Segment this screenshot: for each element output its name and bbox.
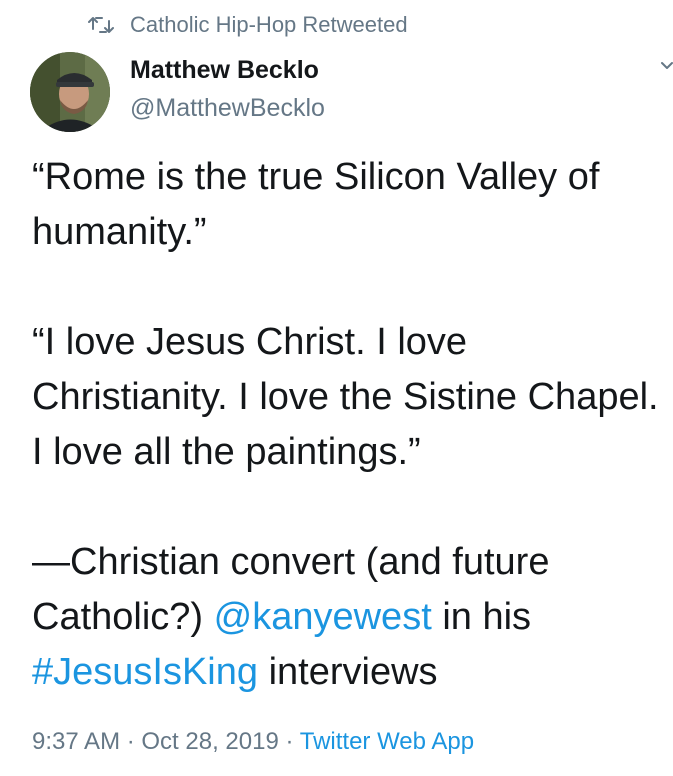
author-name[interactable]: Matthew Becklo — [130, 56, 319, 85]
separator: · — [278, 728, 300, 755]
retweet-context: Catholic Hip-Hop Retweeted — [88, 10, 408, 40]
separator: · — [120, 728, 142, 755]
hashtag-link[interactable]: #JesusIsKing — [32, 651, 258, 693]
retweet-icon — [88, 17, 114, 33]
tweet-card[interactable]: Catholic Hip-Hop Retweeted Matthew Beckl… — [0, 0, 673, 776]
tweet-metadata: 9:37 AM · Oct 28, 2019 · Twitter Web App — [32, 728, 474, 756]
chevron-down-icon[interactable] — [660, 58, 673, 72]
tweet-paragraph: “I love Jesus Christ. I love Christianit… — [32, 321, 659, 473]
tweet-source[interactable]: Twitter Web App — [300, 728, 474, 755]
tweet-paragraph: “Rome is the true Silicon Valley of huma… — [32, 156, 600, 253]
tweet-time[interactable]: 9:37 AM — [32, 728, 120, 755]
mention-link[interactable]: @kanyewest — [214, 596, 432, 638]
text-segment: interviews — [258, 651, 438, 693]
tweet-date[interactable]: Oct 28, 2019 — [141, 728, 278, 755]
tweet-text: “Rome is the true Silicon Valley of huma… — [32, 150, 662, 700]
retweet-label[interactable]: Catholic Hip-Hop Retweeted — [130, 12, 408, 38]
tweet-paragraph: —Christian convert (and future Catholic?… — [32, 535, 662, 700]
text-segment: in his — [431, 596, 532, 638]
avatar[interactable] — [30, 52, 110, 132]
avatar-image — [30, 52, 110, 132]
author-handle[interactable]: @MatthewBecklo — [130, 94, 325, 123]
